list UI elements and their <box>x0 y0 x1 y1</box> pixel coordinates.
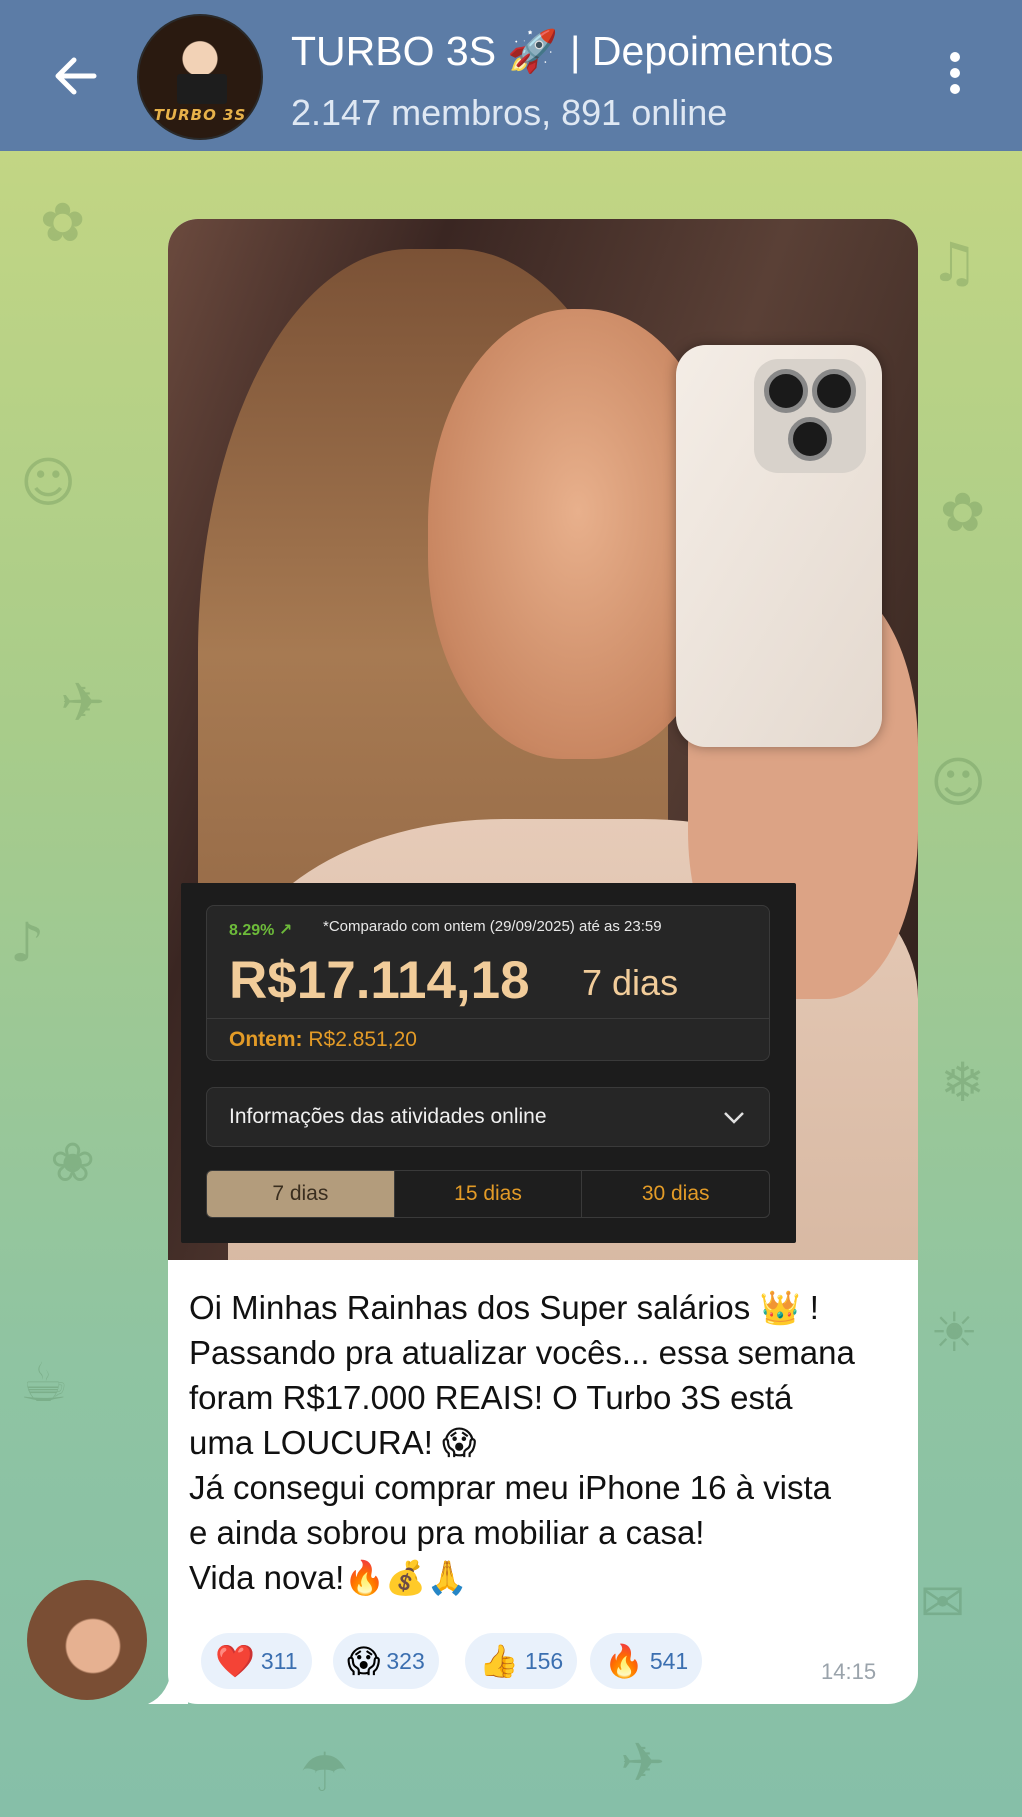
reaction-count: 541 <box>649 1647 689 1674</box>
message-time: 14:15 <box>821 1659 877 1684</box>
camera-module <box>754 359 866 473</box>
back-button[interactable] <box>46 46 106 106</box>
member-count: 2.147 membros, 891 online <box>291 92 728 133</box>
reaction-count: 311 <box>260 1647 298 1674</box>
thumbs-up-icon: 👍 <box>479 1642 519 1680</box>
avatar-laptop-graphic <box>177 74 227 104</box>
message-photo[interactable]: 8.29% ↗ *Comparado com ontem (29/09/2025… <box>168 219 918 1260</box>
earnings-summary: 8.29% ↗ *Comparado com ontem (29/09/2025… <box>206 905 770 1061</box>
tab-30-dias[interactable]: 30 dias <box>582 1171 769 1217</box>
channel-title[interactable]: TURBO 3S 🚀 | Depoimentos <box>291 28 834 76</box>
message-line: uma LOUCURA! 😱 <box>189 1424 477 1461</box>
period-tabs: 7 dias 15 dias 30 dias <box>206 1170 770 1218</box>
earnings-amount: R$17.114,18 <box>229 951 530 1010</box>
message-line: Passando pra atualizar vocês... essa sem… <box>189 1334 855 1371</box>
trend-up-icon: ↗ <box>278 922 293 939</box>
message-bubble[interactable]: 8.29% ↗ *Comparado com ontem (29/09/2025… <box>168 219 918 1704</box>
yesterday-label: Ontem: <box>229 1028 303 1051</box>
activity-dropdown-label: Informações das atividades online <box>229 1105 547 1128</box>
chat-header: TURBO 3S TURBO 3S 🚀 | Depoimentos 2.147 … <box>0 0 1022 151</box>
heart-icon: ❤️ <box>215 1642 255 1680</box>
activity-dropdown[interactable]: Informações das atividades online <box>206 1087 770 1147</box>
avatar-logo-text: TURBO 3S <box>153 106 247 124</box>
growth-percent: 8.29% ↗ <box>229 922 293 939</box>
scream-face-icon: 😱 <box>347 1642 381 1680</box>
compare-note: *Comparado com ontem (29/09/2025) até as… <box>323 918 662 935</box>
divider <box>207 1018 769 1019</box>
message-line: Vida nova!🔥💰🙏 <box>189 1559 468 1596</box>
chevron-down-icon <box>724 1112 744 1124</box>
yesterday-earnings: Ontem: R$2.851,20 <box>229 1028 417 1052</box>
reaction-scream[interactable]: 😱 323 <box>333 1633 439 1689</box>
message-line: Já consegui comprar meu iPhone 16 à vist… <box>189 1469 832 1506</box>
message-line: e ainda sobrou pra mobiliar a casa! <box>189 1514 705 1551</box>
yesterday-value: R$2.851,20 <box>308 1028 417 1051</box>
more-vertical-icon <box>940 52 970 94</box>
reaction-fire[interactable]: 🔥 541 <box>590 1633 703 1689</box>
message-line: Oi Minhas Rainhas dos Super salários 👑 ! <box>189 1289 819 1326</box>
channel-avatar[interactable]: TURBO 3S <box>137 14 263 140</box>
more-menu-button[interactable] <box>940 48 970 102</box>
sender-avatar[interactable] <box>27 1580 147 1700</box>
reaction-count: 323 <box>386 1647 425 1674</box>
reaction-thumbs-up[interactable]: 👍 156 <box>465 1633 578 1689</box>
earnings-period: 7 dias <box>582 962 679 1003</box>
message-line: foram R$17.000 REAIS! O Turbo 3S está <box>189 1379 793 1416</box>
earnings-card: 8.29% ↗ *Comparado com ontem (29/09/2025… <box>181 883 796 1243</box>
arrow-left-icon <box>55 57 97 95</box>
reaction-heart[interactable]: ❤️ 311 <box>201 1633 312 1689</box>
fire-icon: 🔥 <box>604 1642 644 1680</box>
tab-15-dias[interactable]: 15 dias <box>395 1171 583 1217</box>
reaction-count: 156 <box>524 1647 564 1674</box>
bubble-tail <box>148 1664 188 1704</box>
photo-smartphone <box>676 345 882 747</box>
message-text: Oi Minhas Rainhas dos Super salários 👑 !… <box>189 1285 909 1600</box>
tab-7-dias[interactable]: 7 dias <box>207 1171 395 1217</box>
